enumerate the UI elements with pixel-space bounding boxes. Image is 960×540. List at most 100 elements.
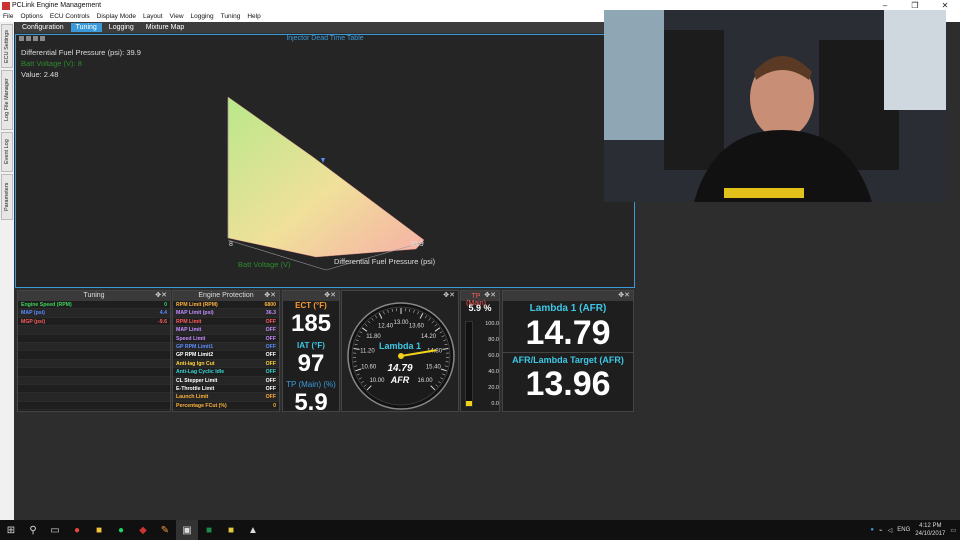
dial-title: Lambda 1: [378, 341, 421, 351]
app-icon-feather[interactable]: ✎: [154, 520, 176, 540]
list-item-value: 0: [164, 302, 167, 308]
menu-view[interactable]: View: [170, 12, 184, 22]
tab-mixture-map[interactable]: Mixture Map: [141, 23, 190, 32]
app-icon-yellow[interactable]: ■: [220, 520, 242, 540]
webcam-image: [604, 10, 946, 202]
tuning-list: Engine Speed (RPM) 0 MAP (psi) 4.4 MGP (psi)…: [18, 301, 170, 411]
side-tab-parameters[interactable]: Parameters: [1, 174, 13, 220]
tp-label: TP (Main) (%): [286, 380, 336, 389]
list-item: MAP Limit OFF: [173, 326, 279, 335]
menu-layout[interactable]: Layout: [143, 12, 163, 22]
list-item-name: MAP (psi): [21, 310, 45, 317]
tp-scale-label: 20.0: [488, 385, 499, 391]
tab-logging[interactable]: Logging: [104, 23, 139, 32]
search-icon[interactable]: ⚲: [22, 520, 44, 540]
list-item: Launch Limit OFF: [173, 393, 279, 402]
tp-scale-label: 100.0: [485, 321, 499, 327]
tp-value: 5.9: [294, 389, 328, 416]
list-item-value: 4.4: [159, 310, 167, 317]
side-tab-log-file-manager[interactable]: Log File Manager: [1, 70, 13, 130]
list-item: E-Throttle Limit OFF: [173, 385, 279, 394]
engine-protection-title: Engine Protection: [198, 292, 254, 299]
clock-time: 4:12 PM: [919, 523, 942, 529]
injector-dead-time-3d-panel: Injector Dead Time Table Differential Fu…: [15, 34, 635, 288]
spotify-icon[interactable]: ●: [110, 520, 132, 540]
list-item-value: 6800: [264, 302, 276, 308]
menu-ecu-controls[interactable]: ECU Controls: [50, 12, 90, 22]
menu-logging[interactable]: Logging: [191, 12, 214, 22]
side-tab-event-log[interactable]: Event Log: [1, 132, 13, 172]
panel-controls-icon[interactable]: ✥✕: [264, 291, 276, 301]
clock[interactable]: 4:12 PM 24/10/2017: [915, 522, 945, 538]
menu-options[interactable]: Options: [20, 12, 42, 22]
list-item-name: Launch Limit: [176, 394, 209, 401]
language-indicator[interactable]: ENG: [897, 527, 910, 533]
menu-display-mode[interactable]: Display Mode: [97, 12, 136, 22]
3d-surface-plot[interactable]: [16, 35, 636, 289]
list-item-value: OFF: [265, 377, 276, 384]
notifications-icon[interactable]: ▭: [950, 527, 956, 534]
lambda-dial: 10.0010.6011.2011.8012.4013.0013.6014.20…: [347, 302, 455, 410]
list-item-value: OFF: [265, 343, 276, 350]
dial-tick-label: 14.20: [421, 334, 437, 340]
lambda-afr-label: Lambda 1 (AFR): [529, 303, 607, 314]
photos-icon[interactable]: ▲: [242, 520, 264, 540]
iat-value: 97: [297, 350, 325, 377]
volume-icon[interactable]: ◁: [888, 527, 893, 534]
pclink-taskbar-icon[interactable]: ▣: [176, 520, 198, 540]
temps-panel: ✥✕ ECT (°F) 185 IAT (°F) 97 TP (Main) (%…: [282, 290, 340, 416]
tp-scale-label: 40.0: [488, 369, 499, 375]
axis-left-value: 8: [229, 241, 233, 248]
panel-controls-icon[interactable]: ✥✕: [618, 291, 630, 301]
list-item-value: OFF: [265, 394, 276, 401]
list-item-value: OFF: [265, 318, 276, 325]
file-explorer-icon[interactable]: ■: [88, 520, 110, 540]
list-item: GP RPM Limit2 OFF: [173, 351, 279, 360]
excel-icon[interactable]: ■: [198, 520, 220, 540]
taskbar: ⊞ ⚲ ▭ ● ■ ● ◆ ✎ ▣ ■ ■ ▲ ● ⌁ ◁ ENG 4:12 P…: [0, 520, 960, 540]
ect-label: ECT (°F): [295, 301, 327, 310]
engine-protection-list: RPM Limit (RPM) 6800 MAP Limit (psi) 36.3 RP…: [173, 301, 279, 411]
app-icon-red[interactable]: ◆: [132, 520, 154, 540]
tab-configuration[interactable]: Configuration: [17, 23, 69, 32]
list-item-value: 0: [273, 402, 276, 409]
list-item: MAP Limit (psi) 36.3: [173, 309, 279, 318]
list-item: [18, 385, 170, 394]
axis-marker: [321, 158, 325, 163]
tuning-panel: Tuning ✥✕ Engine Speed (RPM) 0 MAP (psi) 4.…: [17, 290, 171, 412]
tp-scale-label: 80.0: [488, 337, 499, 343]
list-item: Percentage FCut (%) 0: [173, 402, 279, 411]
menu-tuning[interactable]: Tuning: [221, 12, 241, 22]
engine-protection-header: Engine Protection ✥✕: [173, 291, 279, 301]
chrome-icon[interactable]: ●: [66, 520, 88, 540]
afr-header: ✥✕: [503, 291, 633, 301]
menu-help[interactable]: Help: [247, 12, 260, 22]
temps-header: ✥✕: [283, 291, 339, 301]
iat-label: IAT (°F): [297, 341, 325, 350]
help-icon[interactable]: ●: [870, 527, 874, 533]
list-item: [18, 335, 170, 343]
panel-controls-icon[interactable]: ✥✕: [155, 291, 167, 301]
start-button[interactable]: ⊞: [0, 520, 22, 540]
list-item-value: OFF: [265, 327, 276, 334]
panel-controls-icon[interactable]: ✥✕: [443, 291, 455, 299]
tab-tuning[interactable]: Tuning: [70, 23, 102, 32]
tp-bar-panel: ✥✕ TP (Main) 5.9 % 100.0 80.0 60.0 40.0 20.0…: [460, 290, 500, 412]
network-icon[interactable]: ⌁: [879, 527, 883, 534]
lambda-dial-panel: 10.00 10.60 11.20 11.80 12.40 13.00 13.60 14.20…: [341, 290, 459, 412]
menu-file[interactable]: File: [3, 12, 13, 22]
list-item-name: Anti-lag Ign Cut: [176, 360, 215, 367]
panel-controls-icon[interactable]: ✥✕: [324, 291, 336, 301]
tp-scale-label: 0.0: [491, 401, 499, 407]
list-item-value: OFF: [265, 352, 276, 359]
afr-panel: ✥✕ Lambda 1 (AFR) 14.79 AFR/Lambda Targe…: [502, 290, 634, 412]
task-view-icon[interactable]: ▭: [44, 520, 66, 540]
tp-bar-scale: 100.0 80.0 60.0 40.0 20.0 0.0: [475, 321, 501, 407]
list-item-name: Anti-Lag Cyclic Idle: [176, 369, 225, 376]
afr-target-label: AFR/Lambda Target (AFR): [503, 352, 633, 365]
list-item: [18, 393, 170, 402]
list-item: RPM Limit OFF: [173, 318, 279, 327]
view-tabs: Configuration Tuning Logging Mixture Map: [15, 22, 635, 33]
side-tab-ecu-settings[interactable]: ECU Settings: [1, 24, 13, 68]
list-item-value: -9.6: [158, 318, 167, 325]
